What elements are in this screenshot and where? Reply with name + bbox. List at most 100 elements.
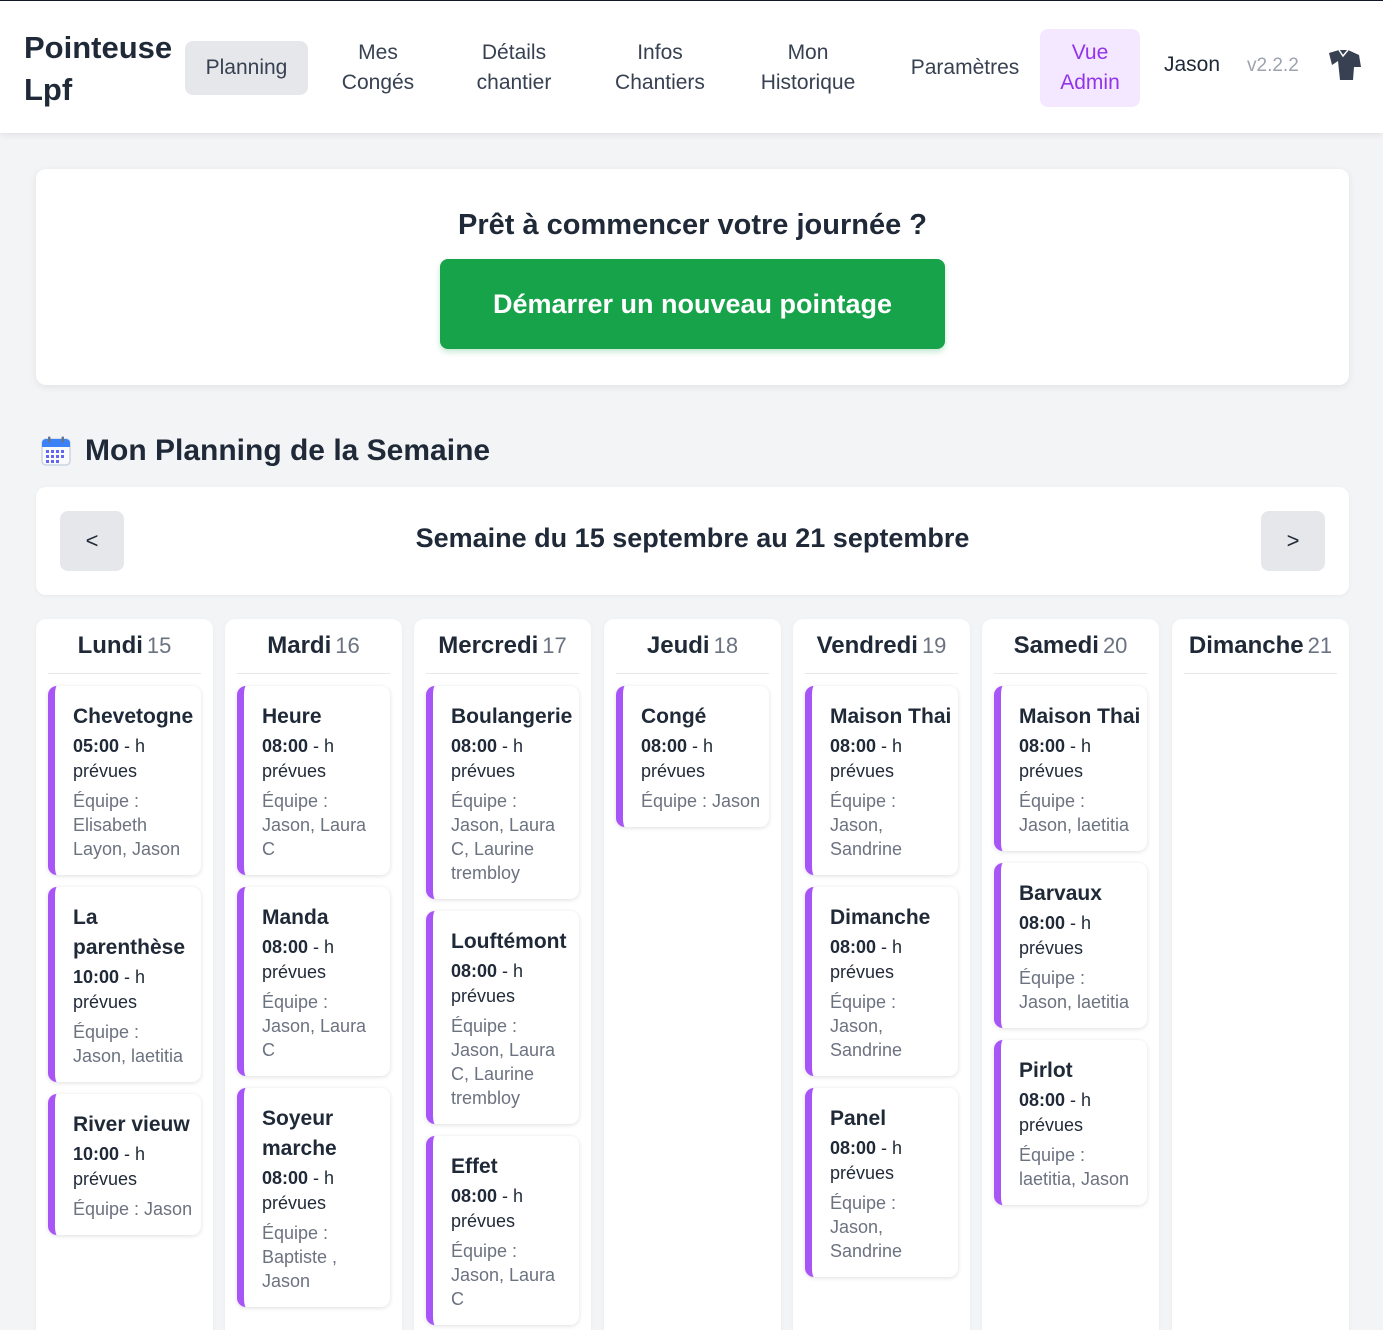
task-site-name: Maison Thai (1019, 705, 1141, 728)
task-site-name: Chevetogne (73, 705, 194, 728)
task-planned-time: 08:00 - h prévues (830, 935, 952, 985)
start-day-card: Prêt à commencer votre journée ? Démarre… (36, 169, 1349, 385)
task-card[interactable]: Maison Thai 08:00 - h prévues Équipe : Jas… (805, 686, 958, 875)
week-navigation: < Semaine du 15 septembre au 21 septembr… (36, 487, 1349, 595)
task-card[interactable]: Heure 08:00 - h prévues Équipe : Jason, La… (237, 686, 390, 875)
nav-infos-chantiers[interactable]: Infos Chantiers (598, 29, 722, 107)
nav-planning[interactable]: Planning (185, 41, 308, 95)
task-team: Équipe : Jason, Sandrine (830, 992, 903, 1060)
nav-mon-historique[interactable]: Mon Historique (748, 29, 868, 107)
task-team: Équipe : Jason, laetitia (73, 1022, 184, 1066)
task-site-name: Barvaux (1019, 882, 1102, 905)
task-team: Équipe : Jason, Laura C, Laurine tremblo… (451, 1016, 556, 1108)
task-start-time: 08:00 (830, 736, 877, 756)
task-planned-time: 08:00 - h prévues (830, 734, 952, 784)
task-team: Équipe : Baptiste , Jason (262, 1223, 338, 1291)
day-column: Mardi 16 Heure 08:00 - h prévues Équipe : Ja… (225, 619, 402, 1330)
day-name: Mercredi (438, 632, 539, 659)
task-team: Équipe : Jason, laetitia (1019, 791, 1130, 835)
task-planned-time: 08:00 - h prévues (641, 734, 763, 784)
task-start-time: 05:00 (73, 736, 120, 756)
day-name: Lundi (77, 632, 143, 659)
day-column: Lundi 15 Chevetogne 05:00 - h prévues Équipe… (36, 619, 213, 1330)
task-planned-time: 08:00 - h prévues (1019, 1088, 1141, 1138)
day-number: 20 (1102, 633, 1128, 658)
app-brand[interactable]: Pointeuse Lpf (24, 27, 184, 111)
day-number: 19 (921, 633, 947, 658)
day-column: Vendredi 19 Maison Thai 08:00 - h prévues Éq… (793, 619, 970, 1330)
day-task-list: Boulangerie 08:00 - h prévues Équipe : Jas… (426, 686, 579, 1330)
day-task-list: Maison Thai 08:00 - h prévues Équipe : Jas… (805, 686, 958, 1289)
task-site-name: Effet (451, 1155, 498, 1178)
task-site-name: Louftémont (451, 930, 567, 953)
task-planned-time: 05:00 - h prévues (73, 734, 195, 784)
planning-title: Mon Planning de la Semaine (85, 434, 491, 467)
nav-details-chantier[interactable]: Détails chantier (458, 29, 570, 107)
task-card[interactable]: Chevetogne 05:00 - h prévues Équipe : Elis… (48, 686, 201, 875)
task-start-time: 08:00 (1019, 1090, 1066, 1110)
day-number: 17 (542, 633, 567, 658)
task-planned-time: 08:00 - h prévues (1019, 911, 1141, 961)
day-name: Mardi (267, 632, 332, 659)
day-header: Mercredi 17 (426, 619, 579, 674)
task-planned-time: 08:00 - h prévues (262, 734, 384, 784)
task-card[interactable]: Louftémont 08:00 - h prévues Équipe : Jaso… (426, 911, 579, 1124)
task-team: Équipe : Jason, Sandrine (830, 1193, 903, 1261)
task-team: Équipe : Jason (641, 791, 761, 811)
day-column: Dimanche 21 (1172, 619, 1349, 1330)
next-week-button[interactable]: > (1261, 511, 1325, 571)
task-planned-time: 08:00 - h prévues (451, 1184, 573, 1234)
task-team: Équipe : laetitia, Jason (1019, 1145, 1130, 1189)
task-start-time: 10:00 (73, 1144, 120, 1164)
task-start-time: 08:00 (262, 736, 309, 756)
task-site-name: Soyeur marche (262, 1107, 337, 1160)
task-site-name: River vieuw (73, 1113, 190, 1136)
day-name: Samedi (1013, 632, 1099, 659)
task-team: Équipe : Jason, Laura C (262, 992, 367, 1060)
task-site-name: Boulangerie (451, 705, 573, 728)
nav-mes-conges[interactable]: Mes Congés (328, 29, 428, 107)
task-site-name: Pirlot (1019, 1059, 1073, 1082)
day-name: Dimanche (1188, 632, 1304, 659)
day-number: 16 (335, 633, 360, 658)
task-start-time: 08:00 (451, 1186, 498, 1206)
nav-parametres[interactable]: Paramètres (898, 29, 1032, 107)
day-task-list: Heure 08:00 - h prévues Équipe : Jason, La… (237, 686, 390, 1319)
planning-header: Mon Planning de la Semaine (40, 434, 490, 468)
user-name[interactable]: Jason (1164, 53, 1220, 77)
task-card[interactable]: River vieuw 10:00 - h prévues Équipe : Jas… (48, 1094, 201, 1235)
shirt-logo-icon[interactable] (1326, 47, 1362, 83)
task-start-time: 08:00 (1019, 913, 1066, 933)
task-card[interactable]: Panel 08:00 - h prévues Équipe : Jason, Sa… (805, 1088, 958, 1277)
task-card[interactable]: Maison Thai 08:00 - h prévues Équipe : Jas… (994, 686, 1147, 851)
task-card[interactable]: Barvaux 08:00 - h prévues Équipe : Jason, … (994, 863, 1147, 1028)
task-site-name: Panel (830, 1107, 887, 1130)
task-card[interactable]: Effet 08:00 - h prévues Équipe : Jason, La… (426, 1136, 579, 1325)
task-card[interactable]: Congé 08:00 - h prévues Équipe : Jason (616, 686, 769, 827)
task-card[interactable]: La parenthèse 10:00 - h prévues Équipe : J… (48, 887, 201, 1082)
day-header: Mardi 16 (237, 619, 390, 674)
task-planned-time: 08:00 - h prévues (451, 734, 573, 784)
day-number: 15 (146, 633, 172, 658)
task-start-time: 08:00 (1019, 736, 1066, 756)
task-start-time: 08:00 (262, 937, 309, 957)
day-column: Jeudi 18 Congé 08:00 - h prévues Équipe : Ja… (604, 619, 781, 1330)
task-card[interactable]: Manda 08:00 - h prévues Équipe : Jason, La… (237, 887, 390, 1076)
task-planned-time: 08:00 - h prévues (262, 1166, 384, 1216)
task-team: Équipe : Jason, Laura C (262, 791, 367, 859)
task-card[interactable]: Dimanche 08:00 - h prévues Équipe : Jason,… (805, 887, 958, 1076)
day-header: Dimanche 21 (1184, 619, 1337, 674)
nav-vue-admin[interactable]: Vue Admin (1040, 29, 1140, 107)
task-planned-time: 08:00 - h prévues (1019, 734, 1141, 784)
task-start-time: 08:00 (451, 736, 498, 756)
day-task-list: Chevetogne 05:00 - h prévues Équipe : Elis… (48, 686, 201, 1247)
start-title: Prêt à commencer votre journée ? (458, 209, 927, 241)
task-card[interactable]: Soyeur marche 08:00 - h prévues Équipe : B… (237, 1088, 390, 1307)
task-planned-time: 08:00 - h prévues (451, 959, 573, 1009)
task-planned-time: 08:00 - h prévues (262, 935, 384, 985)
app-version: v2.2.2 (1247, 55, 1299, 76)
task-card[interactable]: Boulangerie 08:00 - h prévues Équipe : Jas… (426, 686, 579, 899)
task-card[interactable]: Pirlot 08:00 - h prévues Équipe : laetitia… (994, 1040, 1147, 1205)
start-pointage-button[interactable]: Démarrer un nouveau pointage (440, 259, 945, 349)
day-name: Jeudi (646, 632, 710, 659)
